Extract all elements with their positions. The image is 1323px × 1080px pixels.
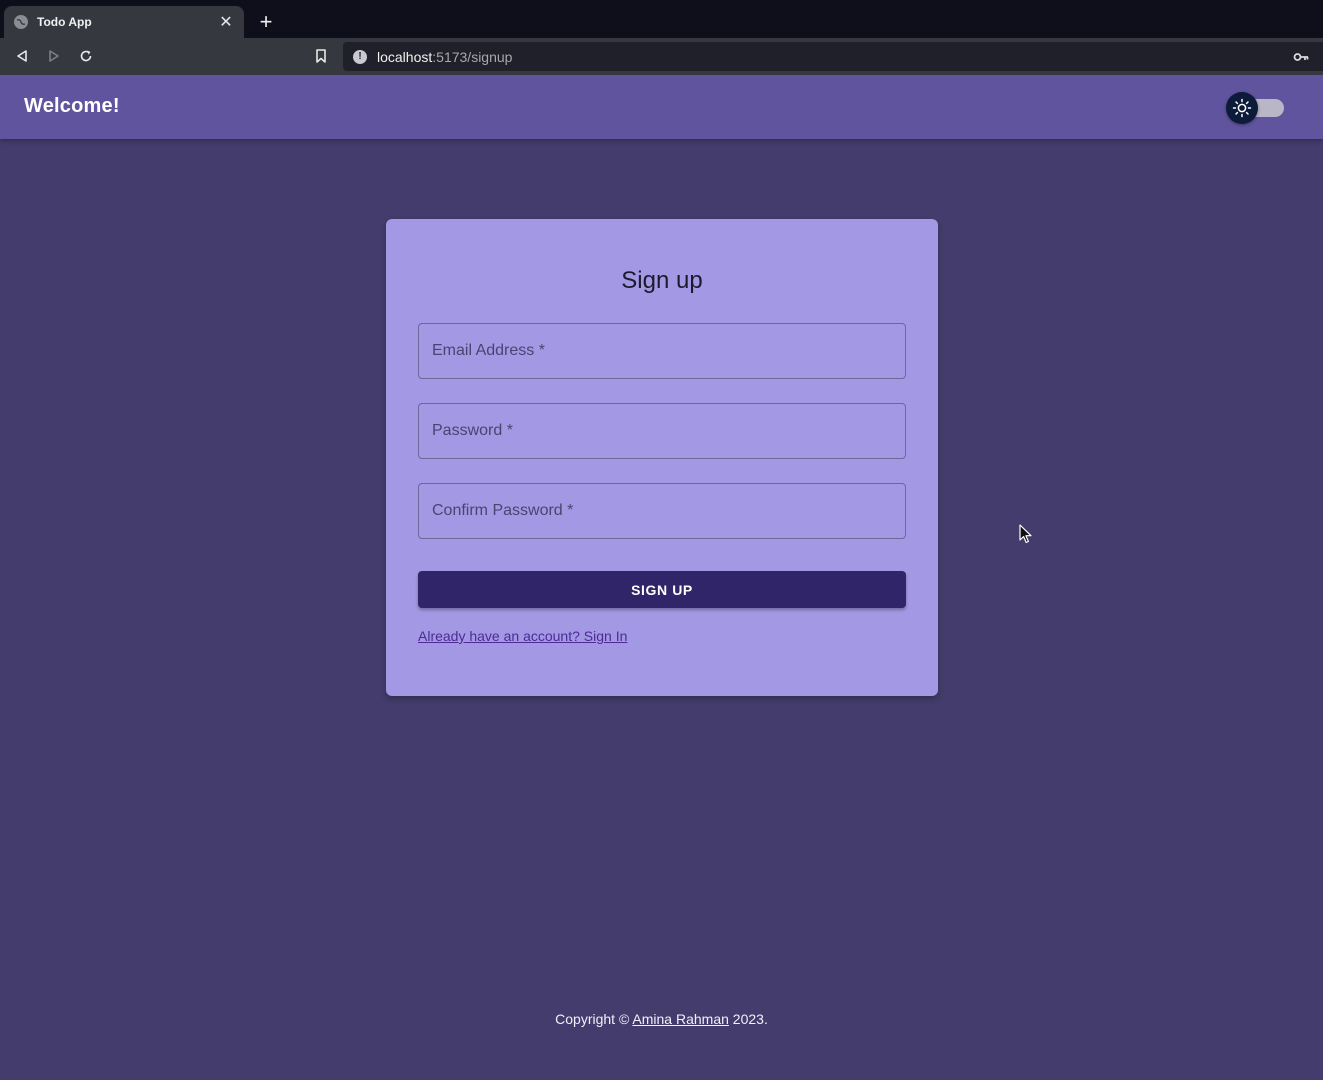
footer-copyright: Copyright © Amina Rahman 2023.	[0, 1011, 1323, 1027]
email-field[interactable]: Email Address *	[418, 323, 906, 379]
sun-icon	[1226, 92, 1258, 124]
signup-title: Sign up	[621, 267, 703, 294]
app-bar: Welcome!	[0, 75, 1323, 139]
confirm-password-label: Confirm Password *	[432, 502, 574, 519]
address-bar[interactable]: ! localhost:5173/signup	[343, 42, 1323, 71]
address-text: localhost:5173/signup	[377, 49, 512, 65]
email-label: Email Address *	[432, 342, 545, 359]
browser-nav-bar: ! localhost:5173/signup	[0, 38, 1323, 75]
copyright-prefix: Copyright ©	[555, 1011, 633, 1027]
theme-toggle[interactable]	[1226, 92, 1286, 124]
site-info-icon[interactable]: !	[353, 49, 367, 64]
back-arrow-icon[interactable]	[11, 46, 33, 66]
author-link[interactable]: Amina Rahman	[632, 1011, 729, 1027]
signup-card: Sign up Email Address * Password * Confi…	[386, 219, 938, 696]
password-field[interactable]: Password *	[418, 403, 906, 459]
browser-tab[interactable]: Todo App ✕	[4, 6, 244, 38]
app-title: Welcome!	[24, 95, 120, 117]
tab-title: Todo App	[37, 15, 92, 29]
address-host: localhost	[377, 48, 433, 65]
new-tab-icon[interactable]: +	[256, 11, 276, 33]
key-icon[interactable]	[1293, 50, 1309, 64]
password-label: Password *	[432, 422, 513, 439]
bookmark-icon[interactable]	[310, 46, 332, 66]
tab-close-icon[interactable]: ✕	[218, 14, 234, 31]
sign-up-button[interactable]: SIGN UP	[418, 571, 906, 608]
browser-tab-bar: Todo App ✕ +	[0, 0, 1323, 38]
globe-icon	[14, 15, 28, 29]
reload-icon[interactable]	[75, 46, 97, 66]
address-path: :5173/signup	[432, 48, 513, 65]
confirm-password-field[interactable]: Confirm Password *	[418, 483, 906, 539]
mouse-cursor-icon	[1019, 524, 1033, 544]
copyright-suffix: 2023.	[728, 1011, 768, 1027]
sign-in-link[interactable]: Already have an account? Sign In	[418, 628, 627, 644]
forward-arrow-icon[interactable]	[43, 46, 65, 66]
